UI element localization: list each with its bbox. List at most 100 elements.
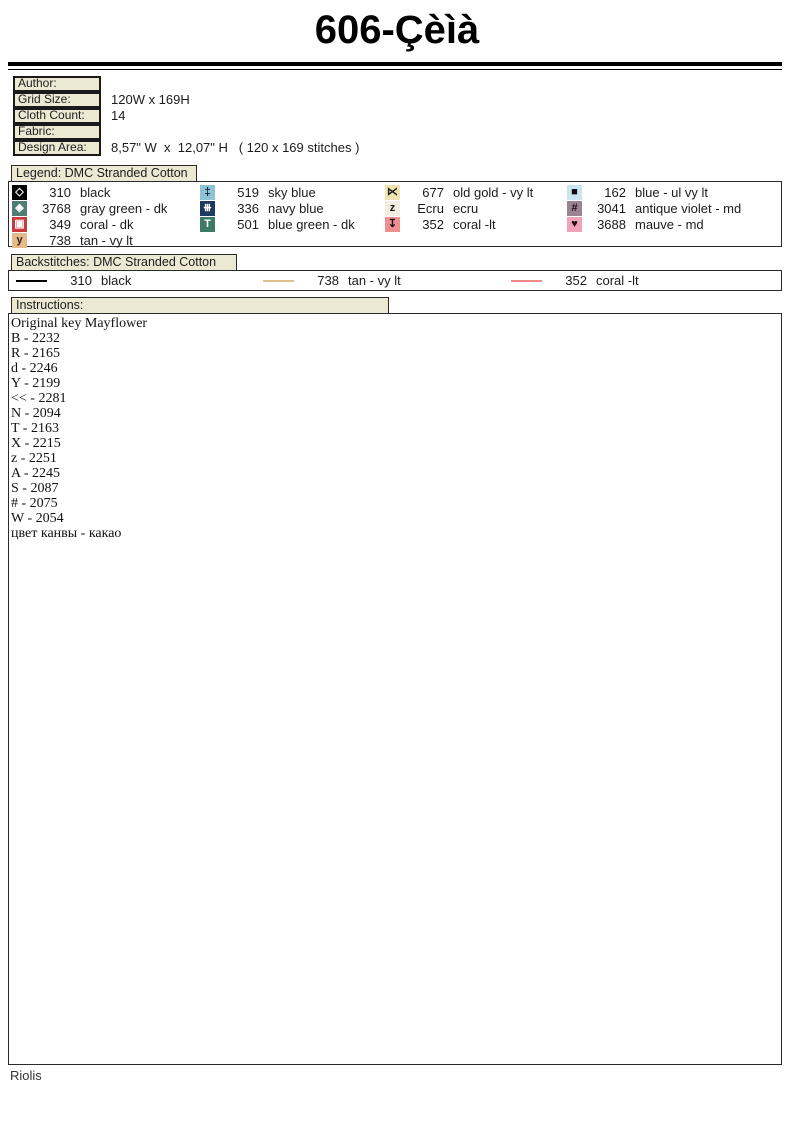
thread-symbol-swatch: ‡ <box>200 184 215 200</box>
info-value: 14 <box>111 108 126 123</box>
thread-symbol-swatch: # <box>567 200 582 216</box>
thread-number: 310 <box>70 273 92 288</box>
legend-entry: ■ 162 blue - ul vy lt <box>567 184 741 200</box>
backstitches-box: 310 black 738 tan - vy lt 352 coral -lt <box>8 270 782 291</box>
thread-symbol-swatch: ⧻ <box>200 200 215 216</box>
page-title: 606-Çèìà <box>314 8 480 52</box>
instruction-line: # - 2075 <box>11 496 58 511</box>
legend-box: ◇ 310 black ◈ 3768 gray green - dk ▣ 349… <box>8 181 782 248</box>
info-row-fabric: Fabric: <box>13 124 359 140</box>
legend-column-3: ⋉ 677 old gold - vy lt z Ecru ecru ↧ 352… <box>385 184 533 232</box>
info-label: Design Area: <box>13 140 101 156</box>
instruction-line: N - 2094 <box>11 406 61 421</box>
thread-symbol-swatch: ◈ <box>12 200 27 216</box>
thread-number: 3041 <box>597 200 626 216</box>
info-value: 8,57" W x 12,07" H ( 120 x 169 stitches … <box>111 140 360 155</box>
legend-entry: T 501 blue green - dk <box>200 216 355 232</box>
instruction-line: T - 2163 <box>11 421 59 436</box>
thread-symbol-swatch: y <box>12 232 27 248</box>
thread-number: 738 <box>49 232 71 248</box>
title-divider-thin <box>8 69 782 70</box>
thread-name: coral -lt <box>453 216 496 232</box>
instruction-line: R - 2165 <box>11 346 60 361</box>
thread-number: 352 <box>565 273 587 288</box>
legend-entry: # 3041 antique violet - md <box>567 200 741 216</box>
thread-number: 310 <box>49 184 71 200</box>
backstitches-header: Backstitches: DMC Stranded Cotton <box>11 254 237 271</box>
info-label: Grid Size: <box>13 92 101 108</box>
thread-number: Ecru <box>417 200 444 216</box>
legend-column-2: ‡ 519 sky blue ⧻ 336 navy blue T 501 blu… <box>200 184 355 232</box>
legend-entry: ⋉ 677 old gold - vy lt <box>385 184 533 200</box>
instruction-line: Original key Mayflower <box>11 316 148 331</box>
info-row-cloth-count: Cloth Count: 14 <box>13 108 359 124</box>
thread-symbol-swatch: T <box>200 216 215 232</box>
thread-symbol-swatch: ↧ <box>385 216 400 232</box>
legend-entry: z Ecru ecru <box>385 200 533 216</box>
info-row-author: Author: <box>13 76 359 92</box>
thread-name: blue - ul vy lt <box>635 184 708 200</box>
backstitch-line-sample <box>511 279 542 282</box>
instructions-text: Original key Mayflower B - 2232 R - 2165… <box>11 316 147 541</box>
thread-name: blue green - dk <box>268 216 355 232</box>
thread-name: navy blue <box>268 200 324 216</box>
legend-entry: ◇ 310 black <box>12 184 167 200</box>
brand-footer: Riolis <box>10 1068 42 1083</box>
thread-name: black <box>80 184 111 200</box>
instruction-line: W - 2054 <box>11 511 64 526</box>
thread-number: 677 <box>422 184 444 200</box>
legend-header: Legend: DMC Stranded Cotton <box>11 165 197 182</box>
instruction-line: цвет канвы - какао <box>11 526 122 541</box>
legend-column-1: ◇ 310 black ◈ 3768 gray green - dk ▣ 349… <box>12 184 167 248</box>
backstitch-line-sample <box>263 279 294 282</box>
info-row-grid-size: Grid Size: 120W x 169H <box>13 92 359 108</box>
legend-entry: y 738 tan - vy lt <box>12 232 167 248</box>
backstitch-entry: 352 coral -lt <box>511 271 639 290</box>
instruction-line: Y - 2199 <box>11 376 61 391</box>
instruction-line: A - 2245 <box>11 466 60 481</box>
info-row-design-area: Design Area: 8,57" W x 12,07" H ( 120 x … <box>13 140 359 156</box>
info-label: Author: <box>13 76 101 92</box>
legend-entry: ↧ 352 coral -lt <box>385 216 533 232</box>
legend-entry: ◈ 3768 gray green - dk <box>12 200 167 216</box>
thread-symbol-swatch: ■ <box>567 184 582 200</box>
instruction-line: << - 2281 <box>11 391 67 406</box>
thread-name: gray green - dk <box>80 200 168 216</box>
pattern-info: Author: Grid Size: 120W x 169H Cloth Cou… <box>13 76 359 156</box>
backstitch-line-sample <box>16 279 47 282</box>
thread-name: antique violet - md <box>635 200 742 216</box>
thread-symbol-swatch: ▣ <box>12 216 27 232</box>
thread-name: tan - vy lt <box>348 273 401 288</box>
thread-name: ecru <box>453 200 479 216</box>
thread-number: 3688 <box>597 216 626 232</box>
instruction-line: X - 2215 <box>11 436 61 451</box>
instructions-header: Instructions: <box>11 297 389 314</box>
thread-name: tan - vy lt <box>80 232 133 248</box>
legend-entry: ♥ 3688 mauve - md <box>567 216 741 232</box>
thread-number: 352 <box>422 216 444 232</box>
backstitch-entry: 738 tan - vy lt <box>263 271 401 290</box>
thread-name: sky blue <box>268 184 316 200</box>
instruction-line: z - 2251 <box>11 451 57 466</box>
instruction-line: d - 2246 <box>11 361 58 376</box>
title-divider-thick <box>8 62 782 66</box>
thread-number: 519 <box>237 184 259 200</box>
thread-name: old gold - vy lt <box>453 184 534 200</box>
thread-symbol-swatch: ◇ <box>12 184 27 200</box>
thread-symbol-swatch: z <box>385 200 400 216</box>
thread-symbol-swatch: ♥ <box>567 216 582 232</box>
thread-number: 738 <box>317 273 339 288</box>
thread-number: 336 <box>237 200 259 216</box>
thread-name: coral -lt <box>596 273 639 288</box>
legend-entry: ⧻ 336 navy blue <box>200 200 355 216</box>
thread-name: black <box>101 273 132 288</box>
info-value: 120W x 169H <box>111 92 190 107</box>
thread-number: 349 <box>49 216 71 232</box>
thread-name: mauve - md <box>635 216 704 232</box>
info-label: Fabric: <box>13 124 101 140</box>
thread-name: coral - dk <box>80 216 134 232</box>
instruction-line: S - 2087 <box>11 481 59 496</box>
thread-symbol-swatch: ⋉ <box>385 184 400 200</box>
instruction-line: B - 2232 <box>11 331 60 346</box>
legend-entry: ▣ 349 coral - dk <box>12 216 167 232</box>
